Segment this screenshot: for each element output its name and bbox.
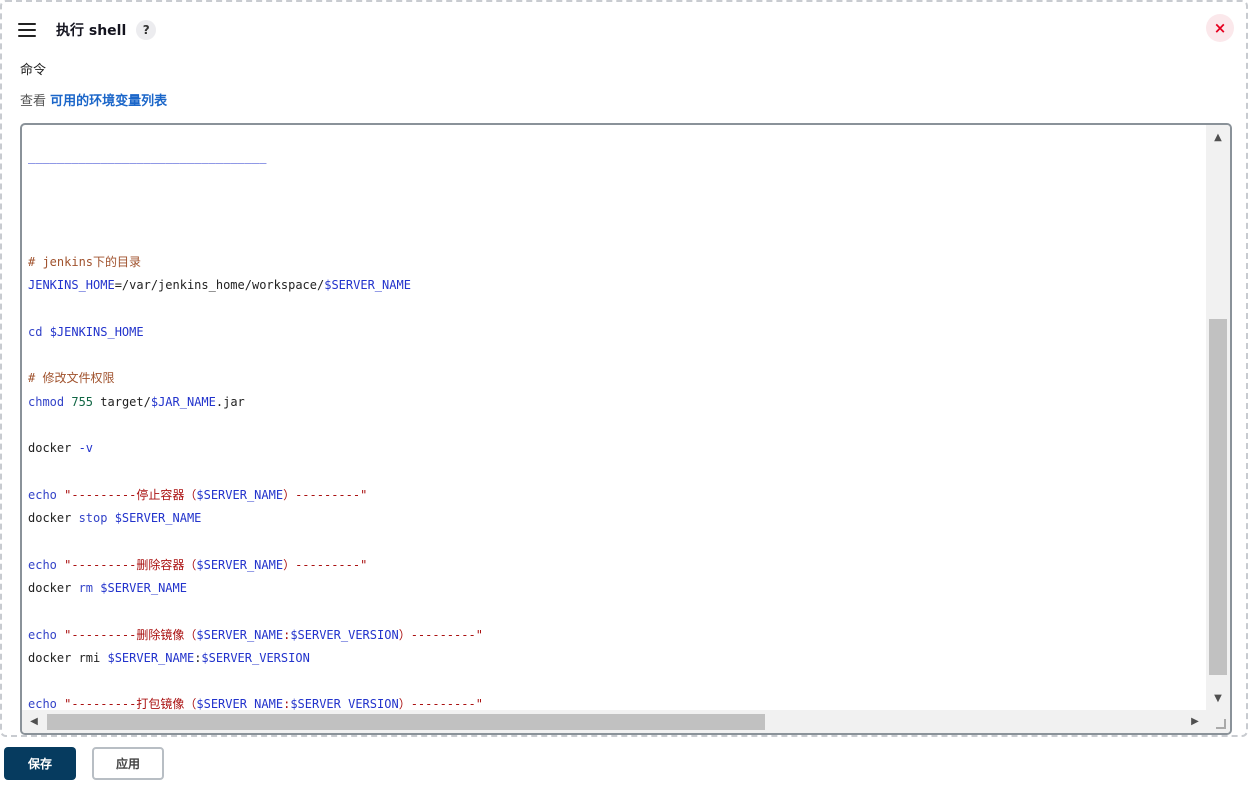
code-line: echo "---------删除镜像（$SERVER_NAME:$SERVER…: [28, 624, 1207, 647]
drag-handle-icon[interactable]: [18, 23, 36, 37]
code-token: "---------删除容器（: [64, 557, 197, 572]
help-icon[interactable]: ?: [136, 20, 157, 40]
code-line: cd $JENKINS_HOME: [28, 321, 1207, 344]
code-token: .jar: [215, 394, 245, 409]
code-token: 755: [71, 394, 94, 409]
code-line: docker -v: [28, 437, 1207, 460]
code-token: JENKINS_HOME: [28, 278, 115, 293]
code-token: $JAR_NAME: [150, 394, 216, 409]
env-vars-link[interactable]: 可用的环境变量列表: [50, 94, 167, 109]
code-line: docker rmi $SERVER_NAME:$SERVER_VERSION: [28, 647, 1207, 670]
code-token: $SERVER_NAME: [196, 697, 284, 710]
code-line: chmod 755 target/$JAR_NAME.jar: [28, 391, 1207, 414]
code-token: "---------打包镜像（: [64, 697, 197, 710]
code-lines: ‾‾‾‾‾‾‾‾‾‾‾‾‾‾‾‾‾‾‾‾‾‾‾‾‾‾‾‾‾‾‾‾‾ # jenk…: [28, 125, 1207, 710]
code-token: -v: [78, 441, 94, 456]
panel-title: 执行 shell: [56, 23, 127, 39]
code-line: docker rm $SERVER_NAME: [28, 577, 1207, 600]
code-line-partial: ‾‾‾‾‾‾‾‾‾‾‾‾‾‾‾‾‾‾‾‾‾‾‾‾‾‾‾‾‾‾‾‾‾: [28, 161, 267, 176]
code-token: ）---------": [283, 487, 368, 502]
code-line: # jenkins下的目录: [28, 251, 1207, 274]
horizontal-scrollbar[interactable]: ◀ ▶: [22, 710, 1207, 733]
code-token: $SERVER_NAME: [100, 580, 187, 595]
code-token: echo: [28, 627, 65, 642]
code-token: stop: [78, 511, 115, 526]
command-label: 命令: [20, 63, 47, 78]
scroll-left-arrow-icon[interactable]: ◀: [22, 710, 46, 733]
scroll-right-arrow-icon[interactable]: ▶: [1183, 710, 1207, 733]
code-token: # jenkins下的目录: [28, 254, 142, 269]
code-token: $SERVER_VERSION: [290, 697, 399, 710]
code-line: JENKINS_HOME=/var/jenkins_home/workspace…: [28, 274, 1207, 297]
env-prefix: 查看: [20, 94, 47, 109]
code-token: =/var/jenkins_home/workspace/: [114, 278, 325, 293]
code-token: $SERVER_VERSION: [201, 650, 310, 665]
code-token: ）---------": [283, 557, 368, 572]
code-token: docker: [28, 580, 79, 595]
code-line: docker stop $SERVER_NAME: [28, 507, 1207, 530]
code-token: $SERVER_NAME: [196, 627, 284, 642]
close-icon[interactable]: ×: [1206, 14, 1234, 42]
code-token: $SERVER_VERSION: [290, 627, 399, 642]
command-editor[interactable]: ‾‾‾‾‾‾‾‾‾‾‾‾‾‾‾‾‾‾‾‾‾‾‾‾‾‾‾‾‾‾‾‾‾ # jenk…: [20, 123, 1232, 735]
code-token: $JENKINS_HOME: [49, 324, 144, 339]
code-token: $SERVER_NAME: [196, 487, 284, 502]
apply-button[interactable]: 应用: [92, 747, 164, 780]
code-token: $SERVER_NAME: [114, 511, 202, 526]
vertical-scrollbar[interactable]: ▲ ▼: [1206, 125, 1230, 710]
code-token: ）---------": [398, 697, 483, 710]
code-token: "---------删除镜像（: [64, 627, 197, 642]
code-token: echo: [28, 487, 65, 502]
panel-header: 执行 shell ?: [18, 16, 157, 44]
code-token: docker rmi: [28, 650, 108, 665]
code-line: echo "---------停止容器（$SERVER_NAME）-------…: [28, 484, 1207, 507]
code-token: "---------停止容器（: [64, 487, 197, 502]
horizontal-scroll-thumb[interactable]: [47, 714, 765, 730]
code-token: docker: [28, 511, 79, 526]
save-button[interactable]: 保存: [4, 747, 76, 780]
code-token: docker: [28, 441, 79, 456]
vertical-scroll-thumb[interactable]: [1209, 319, 1227, 675]
code-token: $SERVER_NAME: [324, 278, 411, 293]
code-token: $SERVER_NAME: [196, 557, 284, 572]
scroll-up-arrow-icon[interactable]: ▲: [1206, 125, 1230, 149]
code-token: echo: [28, 557, 65, 572]
code-token: chmod: [28, 394, 72, 409]
code-token: echo: [28, 697, 65, 710]
env-vars-line: 查看 可用的环境变量列表: [20, 90, 167, 109]
code-line: echo "---------删除容器（$SERVER_NAME）-------…: [28, 554, 1207, 577]
code-line: # 修改文件权限: [28, 367, 1207, 390]
code-line: echo "---------打包镜像（$SERVER_NAME:$SERVER…: [28, 693, 1207, 710]
code-area[interactable]: ‾‾‾‾‾‾‾‾‾‾‾‾‾‾‾‾‾‾‾‾‾‾‾‾‾‾‾‾‾‾‾‾‾ # jenk…: [22, 125, 1207, 710]
execute-shell-step-panel: 执行 shell ? × 命令 查看 可用的环境变量列表 ‾‾‾‾‾‾‾‾‾‾‾…: [0, 0, 1248, 737]
code-token: ）---------": [398, 627, 483, 642]
code-token: $SERVER_NAME: [107, 650, 195, 665]
scroll-down-arrow-icon[interactable]: ▼: [1206, 686, 1230, 710]
code-token: rm: [78, 580, 101, 595]
code-token: cd: [28, 324, 50, 339]
code-token: # 修改文件权限: [28, 371, 115, 386]
code-token: target/: [93, 394, 151, 409]
resize-handle-icon[interactable]: [1206, 710, 1230, 733]
